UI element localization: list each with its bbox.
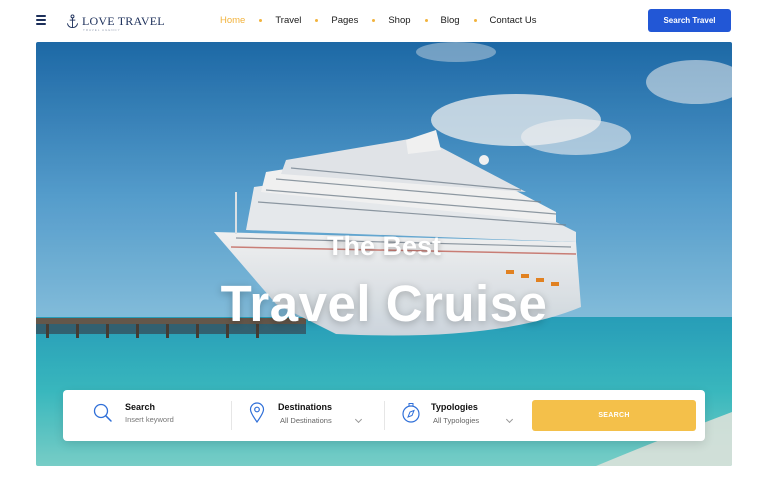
nav-separator-dot xyxy=(259,18,263,22)
destinations-select[interactable]: Destinations All Destinations xyxy=(232,390,384,441)
keyword-label: Search xyxy=(125,402,156,412)
search-bar: Search Destinations All Destinations Typ… xyxy=(63,390,705,441)
nav-blog[interactable]: Blog xyxy=(441,15,460,26)
main-nav: Home Travel Pages Shop Blog Contact Us xyxy=(220,12,537,28)
search-travel-button[interactable]: Search Travel xyxy=(648,9,731,32)
hero-subtitle: The Best xyxy=(326,231,442,261)
nav-pages[interactable]: Pages xyxy=(331,15,358,26)
typologies-value: All Typologies xyxy=(433,416,480,425)
chevron-down-icon xyxy=(505,415,514,424)
nav-separator-dot xyxy=(315,18,319,22)
hero-title: Travel Cruise xyxy=(220,275,548,332)
site-logo[interactable]: LOVE TRAVEL TRAVEL AGENCY xyxy=(66,11,165,32)
compass-icon xyxy=(402,403,420,423)
logo-tagline: TRAVEL AGENCY xyxy=(83,28,121,32)
destinations-value: All Destinations xyxy=(280,416,332,425)
keyword-input[interactable] xyxy=(125,413,225,425)
logo-text: LOVE TRAVEL xyxy=(82,13,165,28)
nav-separator-dot xyxy=(473,18,477,22)
destinations-label: Destinations xyxy=(278,402,333,412)
nav-travel[interactable]: Travel xyxy=(275,15,301,26)
nav-separator-dot xyxy=(372,18,376,22)
site-header: LOVE TRAVEL TRAVEL AGENCY Home Travel Pa… xyxy=(0,0,768,42)
map-pin-icon xyxy=(249,402,265,424)
nav-contact-us[interactable]: Contact Us xyxy=(490,15,537,26)
nav-shop[interactable]: Shop xyxy=(388,15,410,26)
nav-home[interactable]: Home xyxy=(220,15,245,26)
nav-separator-dot xyxy=(424,18,428,22)
hamburger-menu-icon[interactable] xyxy=(36,15,46,25)
anchor-icon xyxy=(66,13,79,28)
typologies-label: Typologies xyxy=(431,402,478,412)
chevron-down-icon xyxy=(354,415,363,424)
keyword-field[interactable]: Search xyxy=(63,390,231,441)
search-icon xyxy=(93,403,112,422)
search-submit-button[interactable]: SEARCH xyxy=(532,400,696,431)
typologies-select[interactable]: Typologies All Typologies xyxy=(385,390,530,441)
